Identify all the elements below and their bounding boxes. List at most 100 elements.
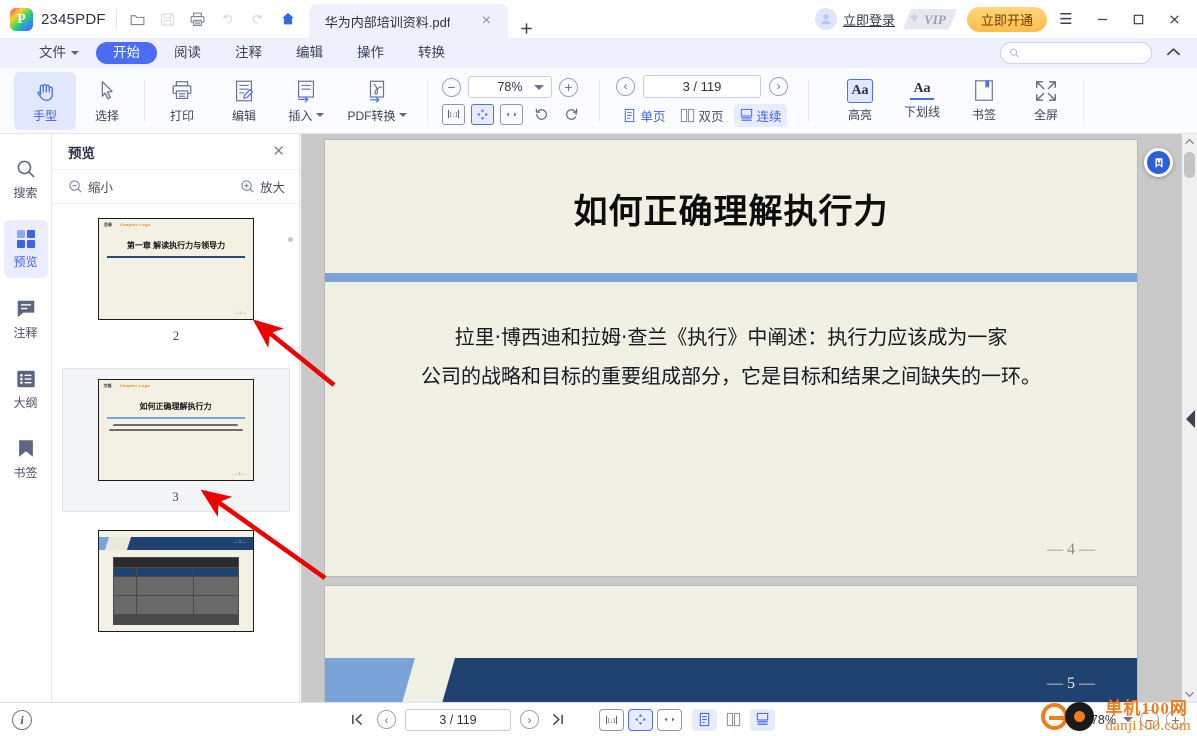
list-item[interactable]: 文档 Chapter Logo 如何正确理解执行力 — 4 — 3 bbox=[61, 368, 290, 512]
actual-size-icon[interactable]: 1:1 bbox=[598, 708, 624, 731]
panel-resize-handle[interactable] bbox=[288, 237, 293, 242]
mode-continuous[interactable]: 连续 bbox=[733, 103, 787, 127]
thumb-header: 目录 Chapter Logo bbox=[99, 219, 253, 227]
list-item[interactable]: — 5 — bbox=[52, 530, 299, 638]
close-icon[interactable]: ✕ bbox=[272, 144, 285, 159]
tool-select[interactable]: 选择 bbox=[76, 72, 138, 130]
scrollbar-thumb[interactable] bbox=[1184, 152, 1195, 178]
tool-pdf-convert[interactable]: PDF转换 bbox=[337, 72, 417, 130]
tool-edit[interactable]: 编辑 bbox=[213, 72, 275, 130]
mode-single-page[interactable]: 单页 bbox=[617, 104, 670, 127]
mode-single-page-label: 单页 bbox=[640, 109, 666, 124]
continuous-icon[interactable] bbox=[749, 708, 775, 731]
activate-button[interactable]: 立即开通 bbox=[966, 6, 1047, 32]
menu-label: 文件 bbox=[39, 45, 66, 60]
avatar bbox=[814, 8, 837, 30]
status-zoom-out-button[interactable]: − bbox=[1140, 710, 1159, 729]
document-page-4[interactable]: 如何正确理解执行力 拉里·博西迪和拉姆·查兰《执行》中阐述：执行力应该成为一家 … bbox=[325, 140, 1137, 576]
menu-item-convert[interactable]: 转换 bbox=[401, 42, 462, 64]
app-window: 2345PDF 华为内部培训资料.pdf × bbox=[0, 0, 1197, 736]
document-tab[interactable]: 华为内部培训资料.pdf × bbox=[308, 4, 509, 38]
new-tab-button[interactable] bbox=[516, 18, 536, 38]
prev-page-button[interactable]: ‹ bbox=[376, 710, 396, 729]
search-box[interactable] bbox=[1000, 42, 1152, 64]
mode-double-page[interactable]: 双页 bbox=[675, 104, 728, 127]
page-mode-row: 单页 双页 连续 bbox=[617, 103, 787, 127]
single-page-icon[interactable] bbox=[691, 708, 717, 731]
menu-item-edit[interactable]: 编辑 bbox=[279, 42, 340, 64]
status-page-input[interactable] bbox=[404, 708, 511, 731]
fit-page-icon[interactable] bbox=[627, 708, 653, 731]
thumbnail-zoom-out-button[interactable]: 缩小 bbox=[68, 177, 113, 196]
status-zoom-in-button[interactable]: + bbox=[1166, 710, 1185, 729]
tool-hand[interactable]: 手型 bbox=[14, 71, 76, 130]
tool-highlight[interactable]: Aa 高亮 bbox=[829, 72, 891, 130]
bookmark-fab-icon[interactable] bbox=[1144, 148, 1173, 177]
next-page-button[interactable]: › bbox=[519, 710, 539, 729]
menu-item-home[interactable]: 开始 bbox=[96, 42, 157, 64]
double-page-icon bbox=[681, 108, 695, 122]
vip-badge[interactable]: VIP bbox=[903, 9, 957, 30]
scroll-down-button[interactable] bbox=[1182, 687, 1197, 702]
sidebar-item-outline[interactable]: 大纲 bbox=[4, 360, 48, 418]
tool-print[interactable]: 打印 bbox=[151, 72, 213, 130]
zoom-level-select[interactable]: 78% bbox=[468, 76, 552, 98]
page-number-input[interactable] bbox=[643, 74, 761, 98]
rotate-left-icon[interactable] bbox=[529, 103, 553, 125]
first-page-button[interactable] bbox=[348, 710, 368, 730]
document-page-5[interactable]: — 5 — bbox=[325, 586, 1137, 702]
tool-fullscreen[interactable]: 全屏 bbox=[1015, 72, 1077, 130]
document-info-button[interactable]: i bbox=[12, 709, 32, 730]
menu-item-read[interactable]: 阅读 bbox=[157, 42, 218, 64]
status-view-modes: 1:1 bbox=[598, 708, 775, 731]
menu-item-file[interactable]: 文件 bbox=[22, 42, 96, 64]
chevron-down-icon[interactable] bbox=[1123, 717, 1133, 722]
sidebar-item-preview[interactable]: 预览 bbox=[3, 220, 48, 278]
collapse-panel-arrow[interactable] bbox=[1186, 410, 1195, 428]
app-menu-button[interactable]: ☰ bbox=[1049, 4, 1083, 34]
thumb-band-slash bbox=[104, 537, 132, 550]
sidebar-item-search[interactable]: 搜索 bbox=[4, 150, 48, 208]
print-icon[interactable] bbox=[183, 4, 213, 34]
tool-pdf-convert-label: PDF转换 bbox=[347, 107, 407, 124]
sidebar-item-bookmarks[interactable]: 书签 bbox=[4, 430, 48, 488]
login-button[interactable]: 立即登录 bbox=[814, 8, 895, 30]
open-folder-icon[interactable] bbox=[123, 4, 153, 34]
thumbnail-zoom-in-button[interactable]: 放大 bbox=[240, 177, 285, 196]
next-page-button[interactable]: › bbox=[769, 76, 788, 96]
close-icon[interactable]: × bbox=[476, 11, 496, 31]
list-item[interactable]: 目录 Chapter Logo 第一章 解读执行力与领导力 — 3 — 2 bbox=[52, 218, 299, 350]
minimize-button[interactable] bbox=[1085, 4, 1119, 34]
save-icon[interactable] bbox=[153, 4, 183, 34]
menu-item-annotate[interactable]: 注释 bbox=[218, 42, 279, 64]
menu-item-operate[interactable]: 操作 bbox=[340, 42, 401, 64]
thumbnail-page-3[interactable]: 文档 Chapter Logo 如何正确理解执行力 — 4 — bbox=[97, 379, 254, 481]
fit-width-icon[interactable] bbox=[656, 708, 682, 731]
thumbnail-page-4[interactable]: — 5 — bbox=[98, 530, 254, 632]
prev-page-button[interactable]: ‹ bbox=[616, 76, 635, 96]
thumbnail-list[interactable]: 目录 Chapter Logo 第一章 解读执行力与领导力 — 3 — 2 文档… bbox=[52, 204, 299, 702]
zoom-in-button[interactable]: + bbox=[559, 77, 578, 97]
search-input[interactable] bbox=[1024, 46, 1143, 60]
document-viewer[interactable]: 如何正确理解执行力 拉里·博西迪和拉姆·查兰《执行》中阐述：执行力应该成为一家 … bbox=[301, 134, 1197, 702]
maximize-button[interactable] bbox=[1121, 4, 1155, 34]
rotate-right-icon[interactable] bbox=[559, 103, 583, 125]
last-page-button[interactable] bbox=[548, 710, 568, 730]
close-window-button[interactable] bbox=[1157, 4, 1191, 34]
tool-bookmark[interactable]: 书签 bbox=[953, 72, 1015, 130]
collapse-ribbon-button[interactable] bbox=[1160, 42, 1187, 64]
actual-size-icon[interactable]: 1:1 bbox=[442, 103, 465, 125]
tool-insert[interactable]: 插入 bbox=[275, 72, 337, 130]
fit-page-icon[interactable] bbox=[471, 103, 494, 125]
page-number-footer: — 5 — bbox=[1047, 675, 1095, 692]
sidebar-item-comments[interactable]: 注释 bbox=[4, 290, 48, 348]
tool-underline[interactable]: Aa 下划线 bbox=[891, 72, 953, 130]
zoom-out-button[interactable]: − bbox=[442, 77, 461, 97]
redo-icon[interactable] bbox=[243, 4, 273, 34]
thumbnail-page-2[interactable]: 目录 Chapter Logo 第一章 解读执行力与领导力 — 3 — bbox=[98, 218, 254, 320]
undo-icon[interactable] bbox=[213, 4, 243, 34]
fit-width-icon[interactable] bbox=[500, 103, 523, 125]
scroll-up-button[interactable] bbox=[1182, 134, 1197, 149]
double-page-icon[interactable] bbox=[721, 709, 746, 731]
home-icon[interactable] bbox=[273, 4, 303, 34]
